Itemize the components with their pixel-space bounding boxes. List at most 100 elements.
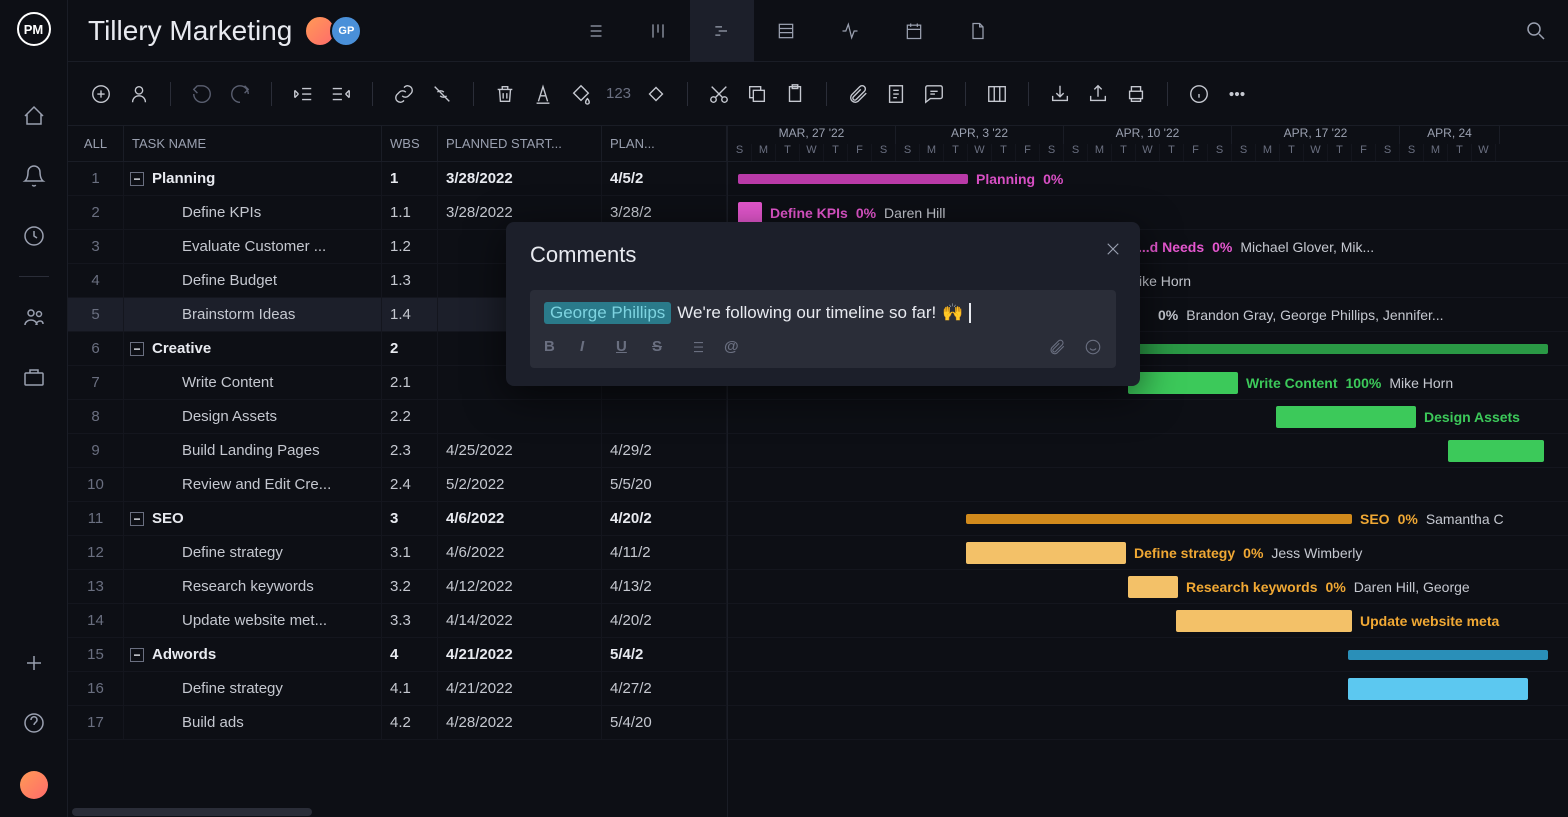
gantt-row[interactable] [728, 468, 1568, 502]
copy-button[interactable] [744, 81, 770, 107]
gantt-bar[interactable] [1448, 440, 1544, 462]
table-row[interactable]: 10 Review and Edit Cre... 2.4 5/2/2022 5… [68, 468, 727, 502]
comment-input[interactable]: George Phillips We're following our time… [530, 290, 1116, 368]
gantt-bar[interactable] [1348, 650, 1548, 660]
gantt-bar[interactable]: Update website meta [1176, 610, 1352, 632]
more-button[interactable] [1224, 81, 1250, 107]
search-icon[interactable] [1524, 19, 1548, 43]
gantt-bar[interactable]: Research keywords0%Daren Hill, George [1128, 576, 1178, 598]
gantt-row[interactable]: Define strategy0%Jess Wimberly [728, 536, 1568, 570]
attach-icon[interactable] [1048, 338, 1066, 356]
table-row[interactable]: 17 Build ads 4.2 4/28/2022 5/4/20 [68, 706, 727, 740]
delete-button[interactable] [492, 81, 518, 107]
unlink-button[interactable] [429, 81, 455, 107]
undo-button[interactable] [189, 81, 215, 107]
gantt-bar[interactable]: Write Content100%Mike Horn [1128, 372, 1238, 394]
list-view-tab[interactable] [562, 0, 626, 62]
collapse-icon[interactable]: − [130, 172, 144, 186]
horizontal-scrollbar[interactable] [68, 807, 727, 817]
strike-button[interactable]: S [652, 338, 670, 356]
notes-button[interactable] [883, 81, 909, 107]
gantt-bar[interactable]: Define KPIs0%Daren Hill [738, 202, 762, 224]
outdent-button[interactable] [290, 81, 316, 107]
gantt-row[interactable] [728, 672, 1568, 706]
gantt-bar[interactable]: Define strategy0%Jess Wimberly [966, 542, 1126, 564]
paste-button[interactable] [782, 81, 808, 107]
milestone-button[interactable] [643, 81, 669, 107]
gantt-row[interactable] [728, 706, 1568, 740]
home-icon[interactable] [22, 104, 46, 128]
avatar[interactable]: GP [330, 15, 362, 47]
gantt-view-tab[interactable] [690, 0, 754, 62]
gantt-row[interactable]: SEO0%Samantha C [728, 502, 1568, 536]
add-task-button[interactable] [88, 81, 114, 107]
calendar-view-tab[interactable] [882, 0, 946, 62]
table-row[interactable]: 8 Design Assets 2.2 [68, 400, 727, 434]
briefcase-icon[interactable] [22, 365, 46, 389]
underline-button[interactable]: U [616, 338, 634, 356]
gantt-row[interactable] [728, 638, 1568, 672]
gantt-bar[interactable] [1348, 678, 1528, 700]
activity-view-tab[interactable] [818, 0, 882, 62]
team-icon[interactable] [22, 305, 46, 329]
collapse-icon[interactable]: − [130, 342, 144, 356]
text-color-button[interactable] [530, 81, 556, 107]
bold-button[interactable]: B [544, 338, 562, 356]
col-all[interactable]: ALL [68, 126, 124, 161]
col-planned-end[interactable]: PLAN... [602, 126, 727, 161]
table-row[interactable]: 13 Research keywords 3.2 4/12/2022 4/13/… [68, 570, 727, 604]
close-icon[interactable] [1104, 240, 1122, 258]
gantt-row[interactable]: Planning0% [728, 162, 1568, 196]
export-button[interactable] [1085, 81, 1111, 107]
comment-button[interactable] [921, 81, 947, 107]
col-task-name[interactable]: TASK NAME [124, 126, 382, 161]
columns-button[interactable] [984, 81, 1010, 107]
fill-color-button[interactable] [568, 81, 594, 107]
redo-button[interactable] [227, 81, 253, 107]
table-row[interactable]: 16 Define strategy 4.1 4/21/2022 4/27/2 [68, 672, 727, 706]
mention-button[interactable]: @ [724, 338, 742, 356]
table-row[interactable]: 1 − Planning 1 3/28/2022 4/5/2 [68, 162, 727, 196]
plus-icon[interactable] [22, 651, 46, 675]
gantt-bar[interactable]: 0%Brandon Gray, George Phillips, Jennife… [1148, 304, 1150, 326]
table-row[interactable]: 11 − SEO 3 4/6/2022 4/20/2 [68, 502, 727, 536]
board-view-tab[interactable] [626, 0, 690, 62]
col-wbs[interactable]: WBS [382, 126, 438, 161]
user-avatar[interactable] [20, 771, 48, 799]
link-button[interactable] [391, 81, 417, 107]
assign-button[interactable] [126, 81, 152, 107]
sheet-view-tab[interactable] [754, 0, 818, 62]
collapse-icon[interactable]: − [130, 512, 144, 526]
bell-icon[interactable] [22, 164, 46, 188]
cut-button[interactable] [706, 81, 732, 107]
table-row[interactable]: 15 − Adwords 4 4/21/2022 5/4/2 [68, 638, 727, 672]
table-row[interactable]: 12 Define strategy 3.1 4/6/2022 4/11/2 [68, 536, 727, 570]
clock-icon[interactable] [22, 224, 46, 248]
info-button[interactable] [1186, 81, 1212, 107]
numbers-toggle[interactable]: 123 [606, 85, 631, 102]
mention-chip[interactable]: George Phillips [544, 302, 671, 324]
list-button[interactable] [688, 338, 706, 356]
file-view-tab[interactable] [946, 0, 1010, 62]
italic-button[interactable]: I [580, 338, 598, 356]
table-row[interactable]: 9 Build Landing Pages 2.3 4/25/2022 4/29… [68, 434, 727, 468]
gantt-bar[interactable]: Planning0% [738, 174, 968, 184]
help-icon[interactable] [22, 711, 46, 735]
collapse-icon[interactable]: − [130, 648, 144, 662]
gantt-row[interactable] [728, 434, 1568, 468]
attachment-button[interactable] [845, 81, 871, 107]
gantt-row[interactable]: Update website meta [728, 604, 1568, 638]
gantt-bar[interactable] [1128, 344, 1548, 354]
gantt-bar[interactable]: Design Assets [1276, 406, 1416, 428]
gantt-row[interactable]: Design Assets [728, 400, 1568, 434]
emoji-icon[interactable] [1084, 338, 1102, 356]
col-planned-start[interactable]: PLANNED START... [438, 126, 602, 161]
gantt-bar[interactable]: SEO0%Samantha C [966, 514, 1352, 524]
print-button[interactable] [1123, 81, 1149, 107]
indent-button[interactable] [328, 81, 354, 107]
import-button[interactable] [1047, 81, 1073, 107]
gantt-row[interactable]: Research keywords0%Daren Hill, George [728, 570, 1568, 604]
table-row[interactable]: 14 Update website met... 3.3 4/14/2022 4… [68, 604, 727, 638]
avatar-group[interactable]: GP [310, 15, 362, 47]
app-logo[interactable]: PM [17, 12, 51, 46]
